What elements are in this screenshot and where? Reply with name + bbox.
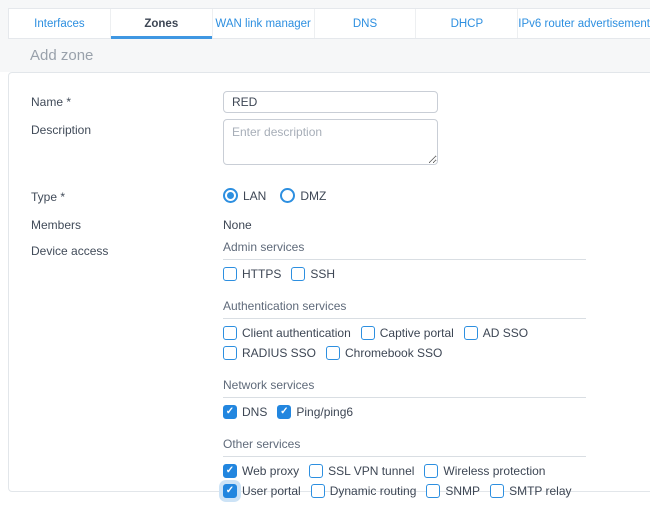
name-input[interactable] <box>223 91 438 113</box>
checkbox-https[interactable] <box>223 267 237 281</box>
section-title: Network services <box>223 378 586 398</box>
checkbox-label: SSL VPN tunnel <box>328 463 414 479</box>
checkbox-item-radius-sso[interactable]: RADIUS SSO <box>223 345 316 361</box>
section-other-services: Other services ✓ Web proxy SSL VPN tunnel Wi… <box>223 437 593 499</box>
device-access-row: Device access Admin services HTTPS SSH Auth… <box>31 240 650 516</box>
description-input[interactable] <box>223 119 438 165</box>
section-title: Authentication services <box>223 299 586 319</box>
members-value: None <box>223 214 650 232</box>
type-radio-group: LAN DMZ <box>223 186 650 203</box>
checkbox-item-wireless-protection[interactable]: Wireless protection <box>424 463 545 479</box>
checkbox-label: DNS <box>242 404 267 420</box>
tab-interfaces[interactable]: Interfaces <box>9 9 111 38</box>
checkbox-item-ping-ping6[interactable]: ✓ Ping/ping6 <box>277 404 353 420</box>
checkbox-label: Client authentication <box>242 325 351 341</box>
checkbox-label: Chromebook SSO <box>345 345 442 361</box>
required-mark: * <box>66 95 71 109</box>
checkbox-group: ✓ DNS ✓ Ping/ping6 <box>223 404 586 420</box>
checkbox-label: Wireless protection <box>443 463 545 479</box>
page-title: Add zone <box>30 47 93 64</box>
checkbox-radius-sso[interactable] <box>223 346 237 360</box>
section-authentication-services: Authentication services Client authentica… <box>223 299 593 361</box>
checkbox-chromebook-sso[interactable] <box>326 346 340 360</box>
checkbox-item-user-portal[interactable]: ✓ User portal <box>223 483 301 499</box>
checkbox-item-captive-portal[interactable]: Captive portal <box>361 325 454 341</box>
checkbox-item-ad-sso[interactable]: AD SSO <box>464 325 528 341</box>
device-access-sections: Admin services HTTPS SSH Authentication ser… <box>223 240 593 499</box>
tab-bar: InterfacesZonesWAN link managerDNSDHCPIP… <box>8 8 650 39</box>
checkbox-smtp-relay[interactable] <box>490 484 504 498</box>
checkbox-label: Dynamic routing <box>330 483 417 499</box>
checkbox-dynamic-routing[interactable] <box>311 484 325 498</box>
checkbox-label: Ping/ping6 <box>296 404 353 420</box>
members-label: Members <box>31 214 223 232</box>
section-title: Other services <box>223 437 586 457</box>
device-access-label: Device access <box>31 240 223 258</box>
checkbox-label: SSH <box>310 266 335 282</box>
checkbox-item-client-authentication[interactable]: Client authentication <box>223 325 351 341</box>
section-network-services: Network services ✓ DNS ✓ Ping/ping6 <box>223 378 593 420</box>
checkbox-client-authentication[interactable] <box>223 326 237 340</box>
type-row: Type * LAN DMZ <box>31 186 650 204</box>
checkbox-ssh[interactable] <box>291 267 305 281</box>
checkbox-ad-sso[interactable] <box>464 326 478 340</box>
description-row: Description <box>31 119 650 170</box>
name-label: Name * <box>31 91 223 109</box>
radio-icon[interactable] <box>280 188 295 203</box>
tab-dhcp[interactable]: DHCP <box>416 9 518 38</box>
checkbox-label: RADIUS SSO <box>242 345 316 361</box>
checkbox-wireless-protection[interactable] <box>424 464 438 478</box>
add-zone-card: Name * Description Type * LAN DMZ Members… <box>8 72 650 492</box>
tab-dns[interactable]: DNS <box>315 9 417 38</box>
radio-option-dmz[interactable]: DMZ <box>280 188 326 203</box>
required-mark: * <box>60 190 65 204</box>
checkbox-item-dynamic-routing[interactable]: Dynamic routing <box>311 483 417 499</box>
section-title: Admin services <box>223 240 586 260</box>
type-label: Type * <box>31 186 223 204</box>
checkbox-label: AD SSO <box>483 325 528 341</box>
checkbox-label: Web proxy <box>242 463 299 479</box>
checkbox-dns[interactable]: ✓ <box>223 405 237 419</box>
section-admin-services: Admin services HTTPS SSH <box>223 240 593 282</box>
checkbox-group: ✓ Web proxy SSL VPN tunnel Wireless protect… <box>223 463 586 499</box>
tab-ipv6-router-advertisement[interactable]: IPv6 router advertisement <box>518 9 650 38</box>
radio-icon[interactable] <box>223 188 238 203</box>
checkbox-snmp[interactable] <box>426 484 440 498</box>
checkbox-item-web-proxy[interactable]: ✓ Web proxy <box>223 463 299 479</box>
checkbox-item-dns[interactable]: ✓ DNS <box>223 404 267 420</box>
checkbox-ping-ping6[interactable]: ✓ <box>277 405 291 419</box>
subheader: Add zone <box>0 39 650 72</box>
checkbox-label: SMTP relay <box>509 483 571 499</box>
checkbox-item-smtp-relay[interactable]: SMTP relay <box>490 483 571 499</box>
radio-option-lan[interactable]: LAN <box>223 188 266 203</box>
checkbox-item-https[interactable]: HTTPS <box>223 266 281 282</box>
tab-wan-link-manager[interactable]: WAN link manager <box>213 9 315 38</box>
checkbox-group: Client authentication Captive portal AD SS… <box>223 325 586 361</box>
checkbox-captive-portal[interactable] <box>361 326 375 340</box>
checkbox-label: HTTPS <box>242 266 281 282</box>
checkbox-label: SNMP <box>445 483 480 499</box>
tab-zones[interactable]: Zones <box>111 9 213 38</box>
radio-label: DMZ <box>300 189 326 203</box>
checkbox-item-ssl-vpn-tunnel[interactable]: SSL VPN tunnel <box>309 463 414 479</box>
checkbox-item-chromebook-sso[interactable]: Chromebook SSO <box>326 345 442 361</box>
checkbox-label: User portal <box>242 483 301 499</box>
name-row: Name * <box>31 91 650 113</box>
checkbox-item-ssh[interactable]: SSH <box>291 266 335 282</box>
description-label: Description <box>31 119 223 137</box>
checkbox-user-portal[interactable]: ✓ <box>223 484 237 498</box>
radio-label: LAN <box>243 189 266 203</box>
checkbox-web-proxy[interactable]: ✓ <box>223 464 237 478</box>
members-row: Members None <box>31 214 650 232</box>
checkbox-label: Captive portal <box>380 325 454 341</box>
checkbox-group: HTTPS SSH <box>223 266 586 282</box>
checkbox-ssl-vpn-tunnel[interactable] <box>309 464 323 478</box>
checkbox-item-snmp[interactable]: SNMP <box>426 483 480 499</box>
